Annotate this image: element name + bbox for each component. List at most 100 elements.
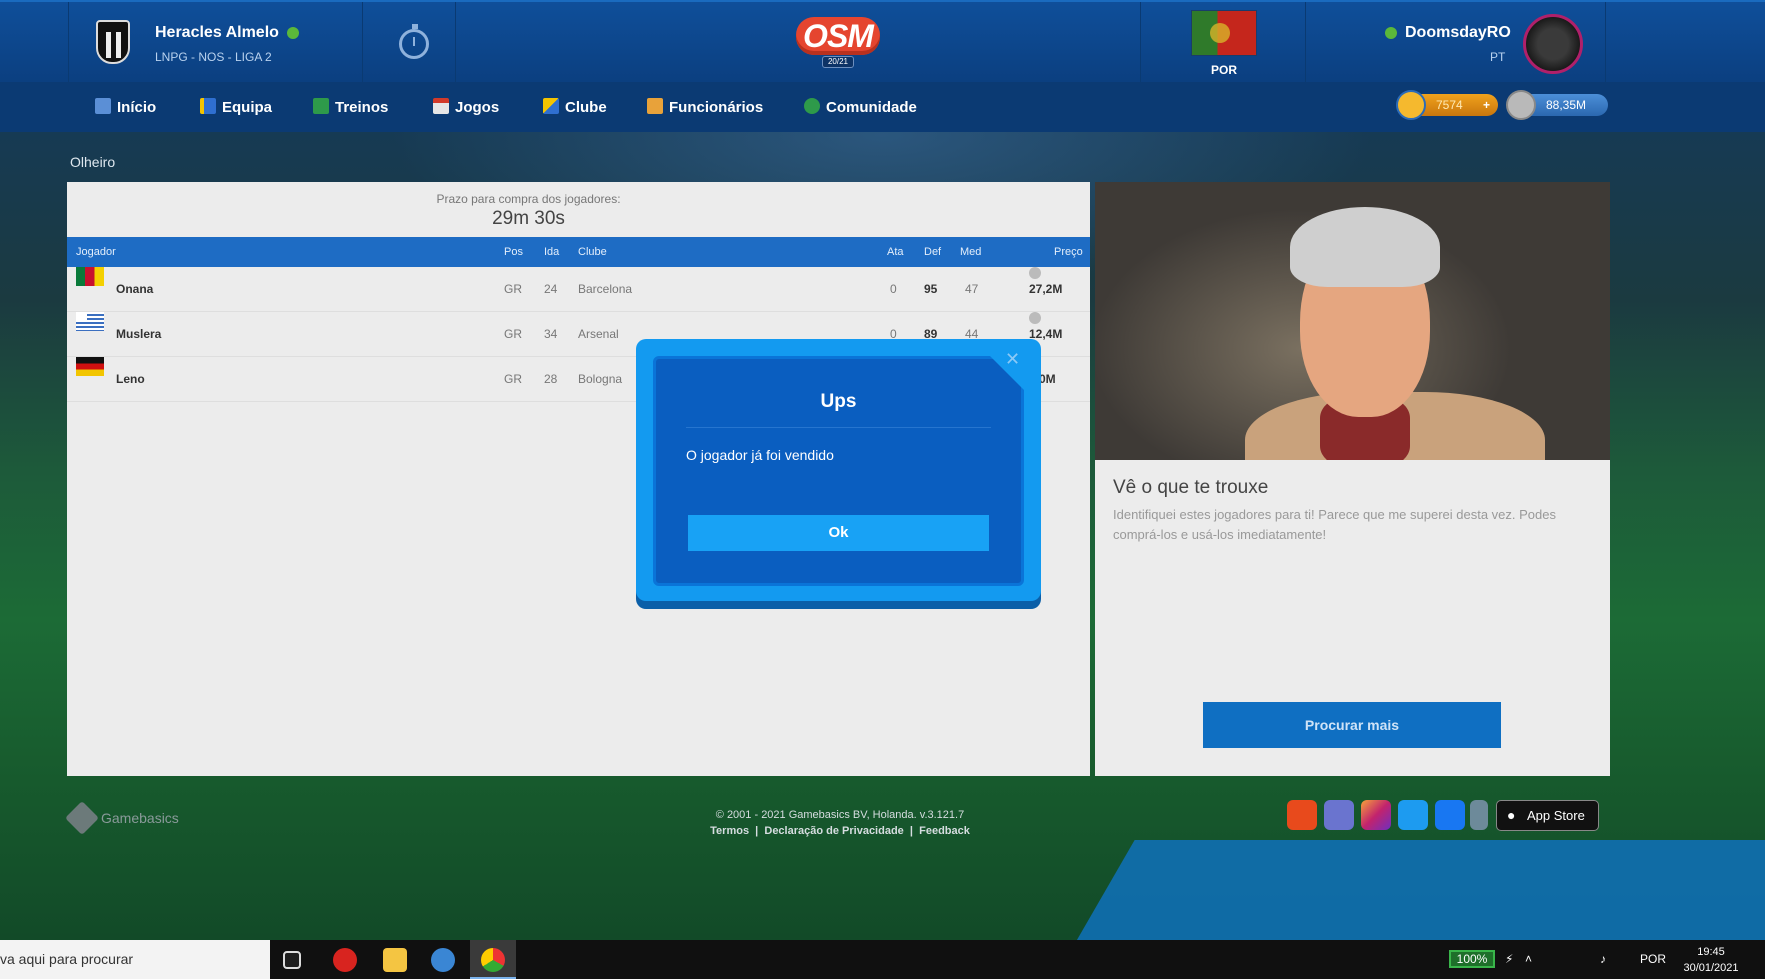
header-separator [1605, 2, 1606, 84]
training-icon [313, 98, 329, 114]
player-def: 95 [924, 282, 938, 296]
player-name[interactable]: Leno [116, 357, 145, 402]
cameroon-flag-icon [76, 267, 104, 286]
player-att: 0 [890, 282, 897, 296]
power-icon[interactable]: ⚡ [1505, 940, 1513, 979]
season-badge: 20/21 [822, 56, 854, 68]
club-league: LNPG - NOS - LIGA 2 [155, 50, 272, 64]
staff-icon [647, 98, 663, 114]
online-status-icon [1385, 26, 1397, 39]
scout-illustration [1095, 182, 1610, 460]
file-explorer-icon[interactable] [383, 948, 407, 972]
col-mid[interactable]: Med [960, 237, 981, 267]
privacy-link[interactable]: Declaração de Privacidade [764, 825, 903, 837]
volume-icon[interactable]: ♪ [1600, 940, 1606, 979]
col-age[interactable]: Ida [544, 237, 559, 267]
nav-item-inicio[interactable]: Início [95, 98, 156, 116]
nav-item-treinos[interactable]: Treinos [313, 98, 388, 116]
gold-coin-icon [1396, 90, 1426, 120]
player-club: Arsenal [578, 327, 619, 341]
chevron-up-icon[interactable]: ˄ [1525, 940, 1532, 979]
col-def[interactable]: Def [924, 237, 941, 267]
col-att[interactable]: Ata [887, 237, 904, 267]
uruguay-flag-icon [76, 312, 104, 331]
app-store-button[interactable]: App Store [1496, 800, 1599, 831]
feedback-link[interactable]: Feedback [919, 825, 970, 837]
col-player[interactable]: Jogador [76, 237, 116, 267]
shirt-icon [200, 98, 216, 114]
scout-panel: Vê o que te trouxe Identifiquei estes jo… [1095, 182, 1610, 776]
error-dialog: ✕ Ups O jogador já foi vendido Ok [636, 339, 1041, 601]
scout-title: Vê o que te trouxe [1113, 477, 1269, 498]
header-separator [1140, 2, 1141, 84]
silver-coin-icon [1506, 90, 1536, 120]
ok-button[interactable]: Ok [688, 515, 989, 551]
player-name[interactable]: Onana [116, 267, 153, 312]
top-header: Heracles Almelo LNPG - NOS - LIGA 2 OSM … [0, 0, 1765, 84]
scout-description: Identifiquei estes jogadores para ti! Pa… [1113, 507, 1556, 542]
osm-logo[interactable]: OSM [796, 17, 880, 55]
nav-item-equipa[interactable]: Equipa [200, 98, 272, 116]
twitter-icon[interactable] [1398, 800, 1428, 830]
avatar[interactable] [1523, 14, 1583, 74]
player-age: 28 [544, 372, 558, 386]
add-gold-button[interactable]: + [1483, 94, 1490, 116]
footer-links: Termos | Declaração de Privacidade | Fee… [710, 825, 970, 837]
online-status-icon [286, 26, 299, 39]
battery-indicator[interactable]: 100% [1449, 950, 1495, 968]
club-crest-icon[interactable] [96, 20, 130, 64]
home-icon [95, 98, 111, 114]
germany-flag-icon [76, 357, 104, 376]
instagram-icon[interactable] [1361, 800, 1391, 830]
nav-item-comunidade[interactable]: Comunidade [804, 98, 917, 116]
chrome-icon[interactable] [481, 948, 505, 972]
scout-hair [1290, 207, 1440, 287]
player-pos: GR [504, 372, 522, 386]
dialog-title: Ups [820, 391, 857, 412]
player-club: Barcelona [578, 282, 633, 296]
country-code: POR [1210, 63, 1237, 77]
header-separator [362, 2, 363, 84]
windows-taskbar: va aqui para procurar 100% ⚡ ˄ ♪ POR 19:… [0, 940, 1765, 979]
table-header: Jogador Pos Ida Clube Ata Def Med Preço [67, 237, 1090, 267]
close-icon[interactable]: ✕ [1005, 349, 1020, 370]
player-mid: 47 [965, 282, 979, 296]
player-name[interactable]: Muslera [116, 312, 161, 357]
facebook-icon[interactable] [1435, 800, 1465, 830]
nav-item-jogos[interactable]: Jogos [433, 98, 499, 116]
page-title: Olheiro [70, 154, 116, 170]
calendar-icon [433, 98, 449, 114]
input-language[interactable]: POR [1640, 940, 1666, 979]
nav-item-clube[interactable]: Clube [543, 98, 607, 116]
header-separator [455, 2, 456, 84]
globe-icon [804, 98, 820, 114]
nav-item-funcionarios[interactable]: Funcionários [647, 98, 763, 116]
app-notification-icon[interactable] [431, 948, 455, 972]
col-price[interactable]: Preço [1054, 237, 1083, 267]
search-more-button[interactable]: Procurar mais [1203, 702, 1501, 748]
google-play-icon[interactable] [1470, 800, 1488, 830]
header-separator [68, 2, 69, 84]
table-row[interactable]: Onana GR 24 Barcelona 0 95 47 27,2M [67, 267, 1090, 312]
portugal-flag-icon[interactable] [1191, 10, 1257, 56]
club-name[interactable]: Heracles Almelo [155, 24, 299, 42]
task-view-icon[interactable] [283, 951, 301, 969]
silver-balance[interactable]: 88,35M [1506, 90, 1608, 120]
app-red-icon[interactable] [333, 948, 357, 972]
terms-link[interactable]: Termos [710, 825, 749, 837]
dialog-divider [686, 427, 991, 428]
taskbar-search-input[interactable]: va aqui para procurar [0, 940, 270, 979]
col-club[interactable]: Clube [578, 237, 607, 267]
reddit-icon[interactable] [1287, 800, 1317, 830]
player-pos: GR [504, 327, 522, 341]
header-separator [1305, 2, 1306, 84]
stopwatch-icon[interactable] [399, 24, 429, 59]
main-nav: Início Equipa Treinos Jogos Clube Funcio… [0, 82, 1765, 132]
dialog-message: O jogador já foi vendido [686, 447, 834, 463]
user-name[interactable]: DoomsdayRO [1385, 24, 1511, 42]
copyright: © 2001 - 2021 Gamebasics BV, Holanda. v.… [715, 809, 965, 821]
discord-icon[interactable] [1324, 800, 1354, 830]
gold-balance[interactable]: 7574 + [1396, 90, 1498, 120]
clock[interactable]: 19:45 30/01/2021 [1676, 944, 1746, 976]
col-pos[interactable]: Pos [504, 237, 523, 267]
